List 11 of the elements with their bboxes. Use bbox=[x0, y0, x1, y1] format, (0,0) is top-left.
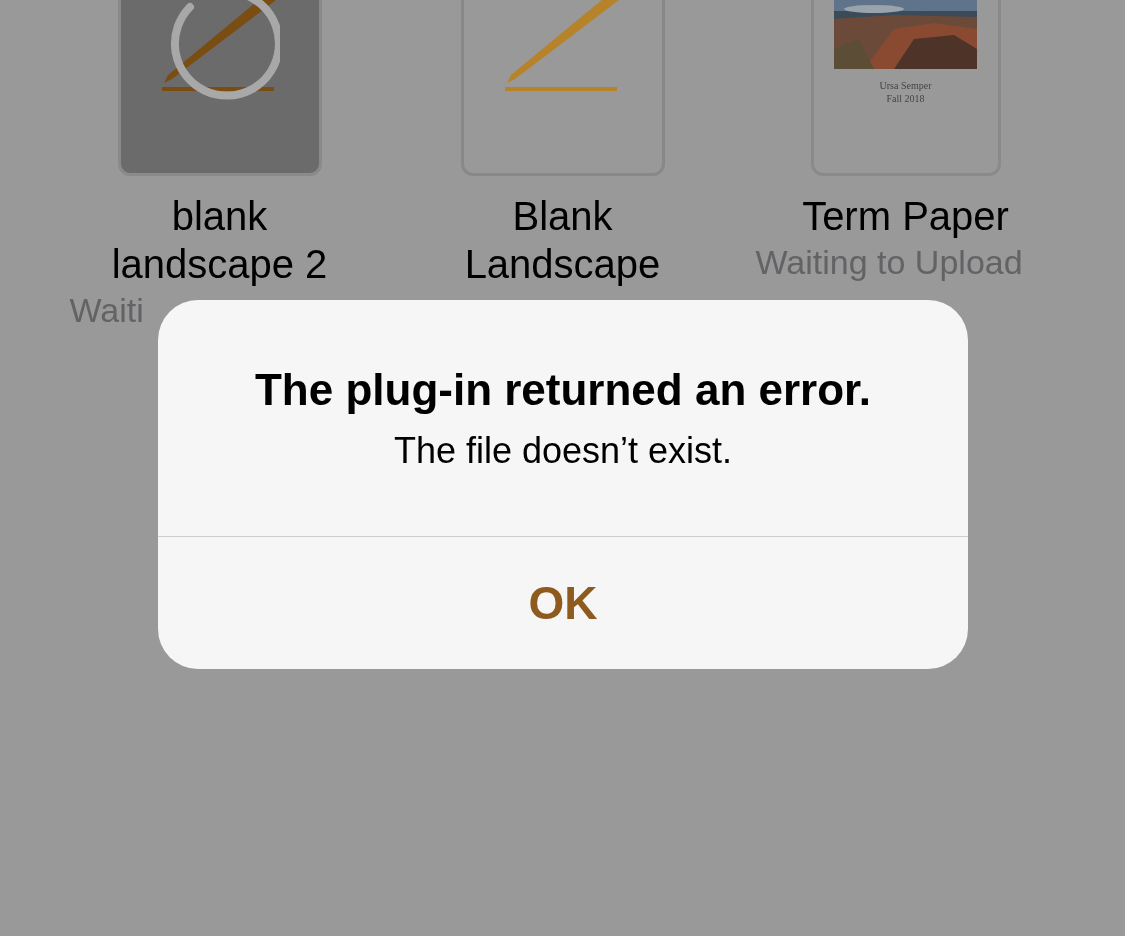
page-text: Ursa Semper bbox=[879, 79, 932, 92]
document-name: Blank Landscape bbox=[463, 193, 662, 288]
document-thumbnail[interactable] bbox=[460, 0, 665, 176]
document-thumbnail[interactable]: Ursa Semper Fall 2018 bbox=[810, 0, 1001, 176]
document-name: Term Paper bbox=[801, 193, 1010, 240]
document-name: blank landscape 2 bbox=[110, 193, 329, 288]
alert-title: The plug-in returned an error. bbox=[253, 364, 873, 416]
document-thumbnail[interactable] bbox=[117, 0, 322, 176]
alert-message: The file doesn’t exist. bbox=[392, 429, 734, 473]
page-text: Fall 2018 bbox=[886, 92, 925, 105]
ok-button[interactable]: OK bbox=[158, 536, 968, 669]
